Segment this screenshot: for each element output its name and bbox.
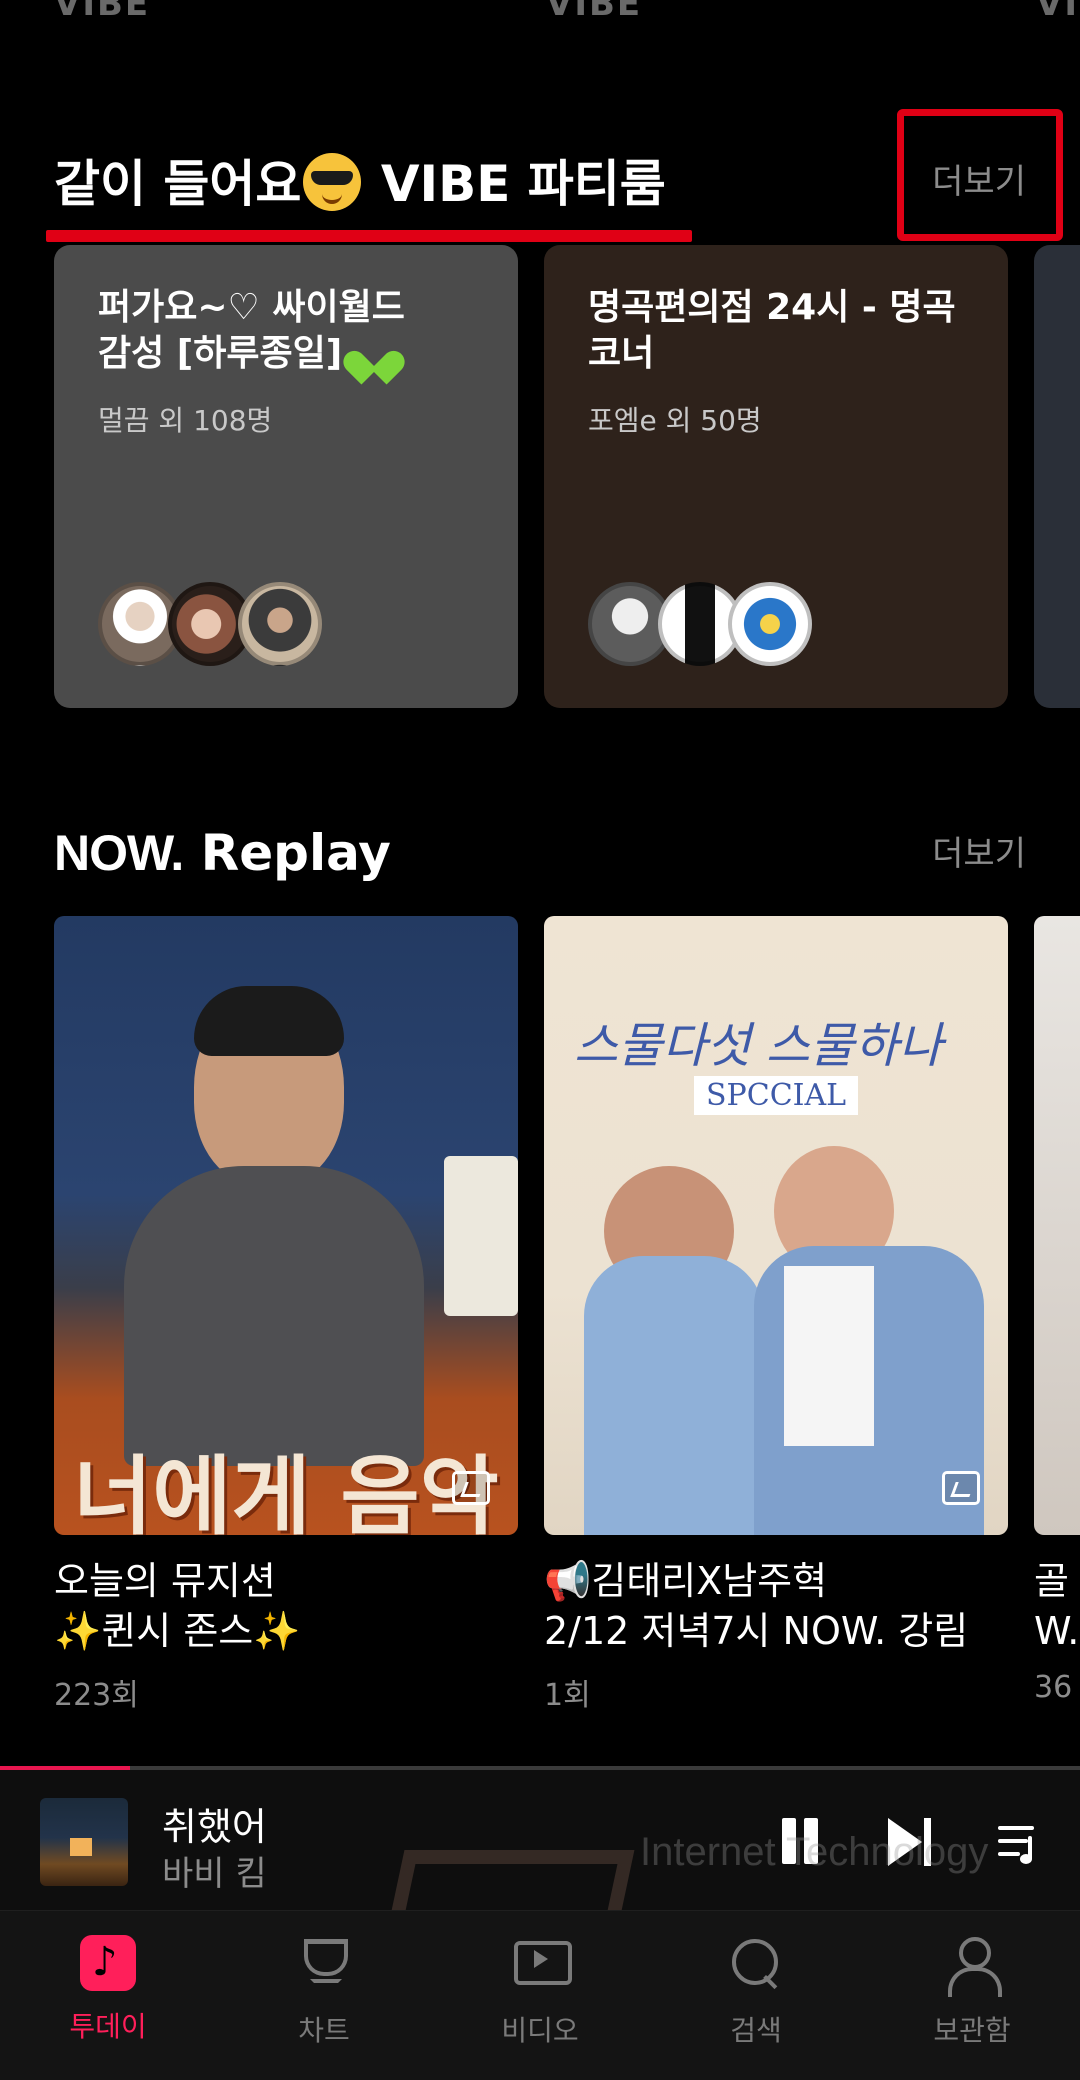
now-play-icon — [452, 1471, 490, 1505]
replay-more-button[interactable]: 더보기 — [932, 826, 1026, 875]
replay-thumbnail[interactable] — [1034, 916, 1080, 1535]
search-icon — [726, 1935, 786, 1995]
green-heart-icon — [355, 335, 395, 371]
thumbnail-text: 스물다섯 스물하나 — [574, 1018, 943, 1074]
play-count: 223회 — [54, 1678, 139, 1713]
party-section-title: 같이 들어요 VIBE 파티룸 — [54, 153, 666, 213]
replay-caption: 오늘의 뮤지션 ✨퀸시 존스✨ 223회 — [54, 1556, 524, 1714]
person-icon — [942, 1935, 1002, 1997]
top-brand-row: VIBE VIBE VIBE — [0, 0, 1080, 30]
thumbnail-text: 너에게 음악 — [73, 1447, 499, 1535]
nav-item-search[interactable]: 검색 — [648, 1935, 864, 2055]
video-play-icon — [510, 1935, 572, 1995]
song-title[interactable]: 취했어 — [162, 1796, 267, 1851]
replay-caption: 📢김태리X남주혁 2/12 저녁7시 NOW. 강림 1회 — [544, 1556, 1014, 1714]
pause-button[interactable] — [770, 1812, 830, 1872]
party-card-partial[interactable] — [1034, 245, 1080, 708]
avatar — [238, 582, 322, 666]
party-card[interactable]: 명곡편의점 24시 - 명곡 코너 포엠e 외 50명 — [544, 245, 1008, 708]
replay-thumbnail[interactable]: 너에게 음악 — [54, 916, 518, 1535]
nav-item-video[interactable]: 비디오 — [432, 1935, 648, 2055]
nav-item-today[interactable]: 투데이 — [0, 1935, 216, 2055]
trophy-icon — [294, 1935, 354, 1995]
replay-thumbnail[interactable]: 스물다섯 스물하나 SPCCIAL — [544, 916, 1008, 1535]
party-card-title: 퍼가요~♡ 싸이월드 감성 [하루종일] — [98, 287, 405, 374]
play-count: 36 — [1034, 1670, 1073, 1705]
nav-label: 보관함 — [933, 2014, 1011, 2047]
mini-player[interactable]: 취했어 바비 킴 — [0, 1770, 1080, 1910]
avatar — [728, 582, 812, 666]
now-play-icon — [942, 1471, 980, 1505]
nav-label: 차트 — [298, 2014, 350, 2047]
artist-name[interactable]: 바비 킴 — [162, 1846, 267, 1895]
album-art[interactable] — [40, 1798, 128, 1886]
bottom-navigation: 투데이 차트 비디오 검색 보관함 — [0, 1910, 1080, 2080]
party-card-subtitle: 포엠e 외 50명 — [588, 404, 762, 437]
nav-label: 투데이 — [69, 2010, 147, 2043]
party-card-list[interactable]: 퍼가요~♡ 싸이월드 감성 [하루종일] 멀끔 외 108명 명곡편의점 24시… — [54, 245, 1080, 708]
music-note-icon — [80, 1935, 136, 1991]
brand-label: VIBE — [546, 0, 643, 24]
replay-caption: 골 W. 36 — [1034, 1556, 1080, 1705]
playlist-queue-button[interactable] — [990, 1812, 1050, 1872]
brand-label: VIBE — [54, 0, 151, 24]
nav-item-library[interactable]: 보관함 — [864, 1935, 1080, 2055]
party-card-subtitle: 멀끔 외 108명 — [98, 404, 273, 437]
party-card-title: 명곡편의점 24시 - 명곡 코너 — [588, 287, 956, 374]
highlight-underline — [46, 230, 692, 242]
replay-section-title: NOW. Replay — [54, 824, 391, 882]
highlight-box — [897, 109, 1063, 241]
nav-item-chart[interactable]: 차트 — [216, 1935, 432, 2055]
party-card[interactable]: 퍼가요~♡ 싸이월드 감성 [하루종일] 멀끔 외 108명 — [54, 245, 518, 708]
replay-section-header: NOW. Replay 더보기 — [0, 820, 1080, 910]
thumbnail-badge: SPCCIAL — [694, 1076, 859, 1115]
sunglasses-emoji-icon — [303, 153, 362, 211]
brand-label: VIBE — [1036, 0, 1080, 24]
play-count: 1회 — [544, 1678, 591, 1713]
nav-label: 검색 — [730, 2014, 782, 2047]
next-track-button[interactable] — [880, 1812, 940, 1872]
nav-label: 비디오 — [501, 2014, 579, 2047]
